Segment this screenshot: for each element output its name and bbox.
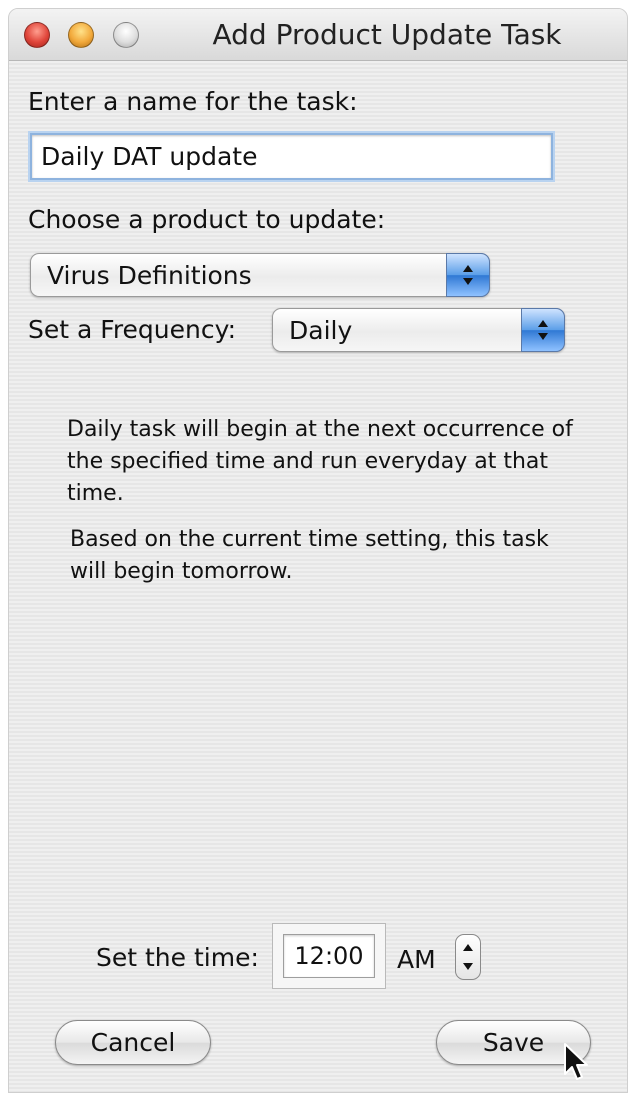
product-popup[interactable]: Virus Definitions	[30, 253, 490, 297]
time-label: Set the time:	[96, 943, 259, 972]
popup-arrows-icon	[446, 253, 490, 297]
popup-arrows-icon	[521, 308, 565, 352]
product-label: Choose a product to update:	[28, 205, 386, 234]
title-bar[interactable]: Add Product Update Task	[9, 9, 627, 61]
zoom-window-icon[interactable]	[113, 22, 139, 48]
start-description: Based on the current time setting, this …	[70, 527, 549, 584]
add-product-update-task-window: Add Product Update Task Enter a name for…	[8, 8, 628, 1093]
ampm-label[interactable]: AM	[397, 945, 436, 975]
minimize-window-icon[interactable]	[68, 22, 94, 48]
product-selected-value: Virus Definitions	[47, 261, 252, 290]
cancel-button[interactable]: Cancel	[55, 1020, 211, 1065]
time-stepper-icon[interactable]	[455, 934, 481, 980]
frequency-label: Set a Frequency:	[28, 315, 237, 344]
task-name-label: Enter a name for the task:	[28, 87, 358, 116]
task-name-input[interactable]: Daily DAT update	[30, 133, 553, 180]
close-window-icon[interactable]	[24, 22, 50, 48]
schedule-description: Daily task will begin at the next occurr…	[67, 417, 573, 506]
frequency-selected-value: Daily	[289, 316, 353, 345]
window-title: Add Product Update Task	[212, 18, 562, 51]
mouse-pointer-icon	[564, 1043, 588, 1080]
time-input[interactable]: 12:00	[283, 934, 375, 978]
frequency-popup[interactable]: Daily	[272, 308, 565, 352]
time-box: 12:00	[272, 923, 386, 989]
